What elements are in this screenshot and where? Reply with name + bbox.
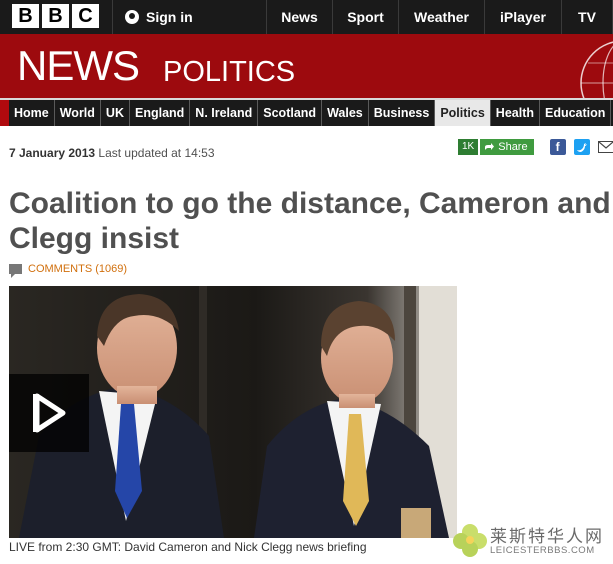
bbc-logo-letter: C xyxy=(72,4,99,28)
global-nav: News Sport Weather iPlayer TV xyxy=(267,0,613,34)
nav-item-business[interactable]: Business xyxy=(369,100,436,126)
nav-item-n-ireland[interactable]: N. Ireland xyxy=(190,100,259,126)
nav-item-uk[interactable]: UK xyxy=(101,100,130,126)
bbc-logo[interactable]: B B C xyxy=(12,4,99,28)
nav-item-home[interactable]: Home xyxy=(9,100,55,126)
global-nav-weather[interactable]: Weather xyxy=(399,0,485,34)
share-label: Share xyxy=(498,141,528,153)
comment-icon xyxy=(9,264,22,278)
bbc-logo-letter: B xyxy=(12,4,39,28)
nav-item-health[interactable]: Health xyxy=(491,100,540,126)
global-nav-tv[interactable]: TV xyxy=(562,0,613,34)
comments-label: COMMENTS (1069) xyxy=(28,263,128,275)
person-icon xyxy=(125,10,139,24)
watermark-chinese-text: 莱斯特华人网 xyxy=(490,527,604,547)
signin-link[interactable]: Sign in xyxy=(112,0,267,34)
section-nav: Home World UK England N. Ireland Scotlan… xyxy=(0,98,613,126)
photo-caption: LIVE from 2:30 GMT: David Cameron and Ni… xyxy=(9,540,367,554)
nav-item-world[interactable]: World xyxy=(55,100,101,126)
twitter-icon[interactable] xyxy=(573,139,590,155)
bbc-logo-letter: B xyxy=(42,4,69,28)
comments-link[interactable]: COMMENTS (1069) xyxy=(9,263,128,278)
masthead: NEWS POLITICS xyxy=(0,34,613,98)
share-count: 1K xyxy=(458,139,479,155)
share-button[interactable]: Share xyxy=(480,139,534,155)
news-brand[interactable]: NEWS xyxy=(17,42,140,90)
nav-item-scotland[interactable]: Scotland xyxy=(258,100,323,126)
global-bar: B B C Sign in News Sport Weather iPlayer… xyxy=(0,0,613,34)
dateline: 7 January 2013 Last updated at 14:53 xyxy=(9,146,215,160)
section-title[interactable]: POLITICS xyxy=(163,56,295,89)
nav-item-wales[interactable]: Wales xyxy=(322,100,369,126)
article-headline: Coalition to go the distance, Cameron an… xyxy=(9,187,611,255)
global-nav-sport[interactable]: Sport xyxy=(333,0,399,34)
share-tools: 1K Share f xyxy=(458,139,613,155)
section-nav-list: Home World UK England N. Ireland Scotlan… xyxy=(9,100,613,126)
share-icon xyxy=(485,142,495,150)
video-play-button[interactable] xyxy=(9,374,89,452)
play-icon xyxy=(33,393,66,433)
email-icon[interactable] xyxy=(597,141,613,153)
signin-label: Sign in xyxy=(146,9,193,25)
last-updated: Last updated at 14:53 xyxy=(98,146,215,160)
article-date: 7 January 2013 xyxy=(9,146,96,160)
watermark: 莱斯特华人网 LEICESTERBBS.COM xyxy=(452,520,610,562)
facebook-icon[interactable]: f xyxy=(549,139,566,155)
global-nav-news[interactable]: News xyxy=(267,0,333,34)
nav-item-politics[interactable]: Politics xyxy=(435,100,491,126)
watermark-url: LEICESTERBBS.COM xyxy=(490,545,595,556)
global-nav-iplayer[interactable]: iPlayer xyxy=(485,0,562,34)
nav-item-england[interactable]: England xyxy=(130,100,191,126)
clover-icon xyxy=(453,524,487,557)
nav-item-education[interactable]: Education xyxy=(540,100,612,126)
globe-graphic-icon xyxy=(580,41,613,98)
